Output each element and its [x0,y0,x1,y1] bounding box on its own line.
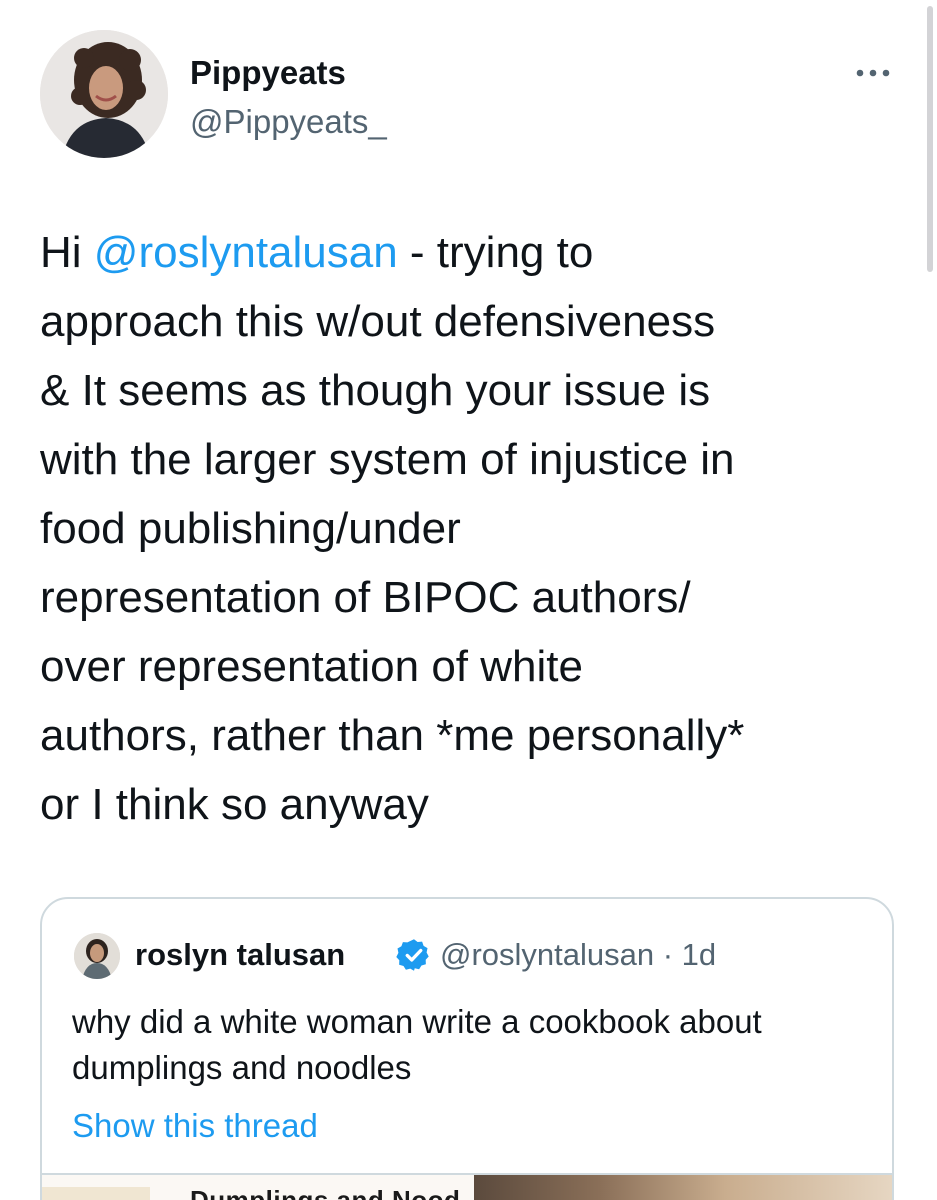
tweet-text-segment: Hi [40,228,94,277]
tweet-line: authors, rather than *me personally* [40,711,745,760]
author-display-name[interactable]: Pippyeats [190,54,346,92]
media-food-photo [474,1175,892,1200]
tweet-page: Pippyeats @Pippyeats_ Hi @roslyntalusan … [0,0,937,1200]
tweet-line: & It seems as though your issue is [40,366,711,415]
show-thread-link[interactable]: Show this thread [72,1107,318,1145]
author-handle[interactable]: @Pippyeats_ [190,103,387,141]
mention-link[interactable]: @roslyntalusan [94,228,398,277]
tweet-line: over representation of white [40,642,583,691]
verified-badge-icon [396,939,429,971]
more-horizontal-icon [856,69,890,77]
media-book-title: Dumplings and Nood [190,1185,461,1200]
tweet-line: Hi @roslyntalusan - trying to [40,218,910,287]
author-avatar[interactable] [40,30,168,158]
quoted-author-avatar[interactable] [74,933,120,979]
quoted-tweet-media[interactable]: Dumplings and Nood [42,1173,892,1200]
tweet-line: or I think so anyway [40,780,429,829]
more-options-button[interactable] [848,55,898,91]
tweet-text: Hi @roslyntalusan - trying to approach t… [40,218,910,839]
media-book-strip [42,1187,150,1200]
quoted-author-handle-time[interactable]: @roslyntalusan · 1d [440,937,716,973]
quoted-tweet-text: why did a white woman write a cookbook a… [72,999,872,1091]
quoted-tweet-line: why did a white woman write a cookbook a… [72,1003,762,1040]
tweet-line: representation of BIPOC authors/ [40,573,691,622]
quoted-tweet-card[interactable]: roslyn talusan @roslyntalusan · 1d why d… [40,897,894,1200]
quoted-author-name[interactable]: roslyn talusan [135,937,345,973]
tweet-line: food publishing/under [40,504,461,553]
quoted-tweet-line: dumplings and noodles [72,1049,412,1086]
media-book-cover: Dumplings and Nood [42,1175,474,1200]
tweet-line: approach this w/out defensiveness [40,297,716,346]
scrollbar-thumb[interactable] [927,6,933,272]
quoted-author-avatar-image [74,933,120,979]
author-avatar-image [40,30,168,158]
tweet-text-segment: - trying to [397,228,594,277]
tweet-line: with the larger system of injustice in [40,435,735,484]
